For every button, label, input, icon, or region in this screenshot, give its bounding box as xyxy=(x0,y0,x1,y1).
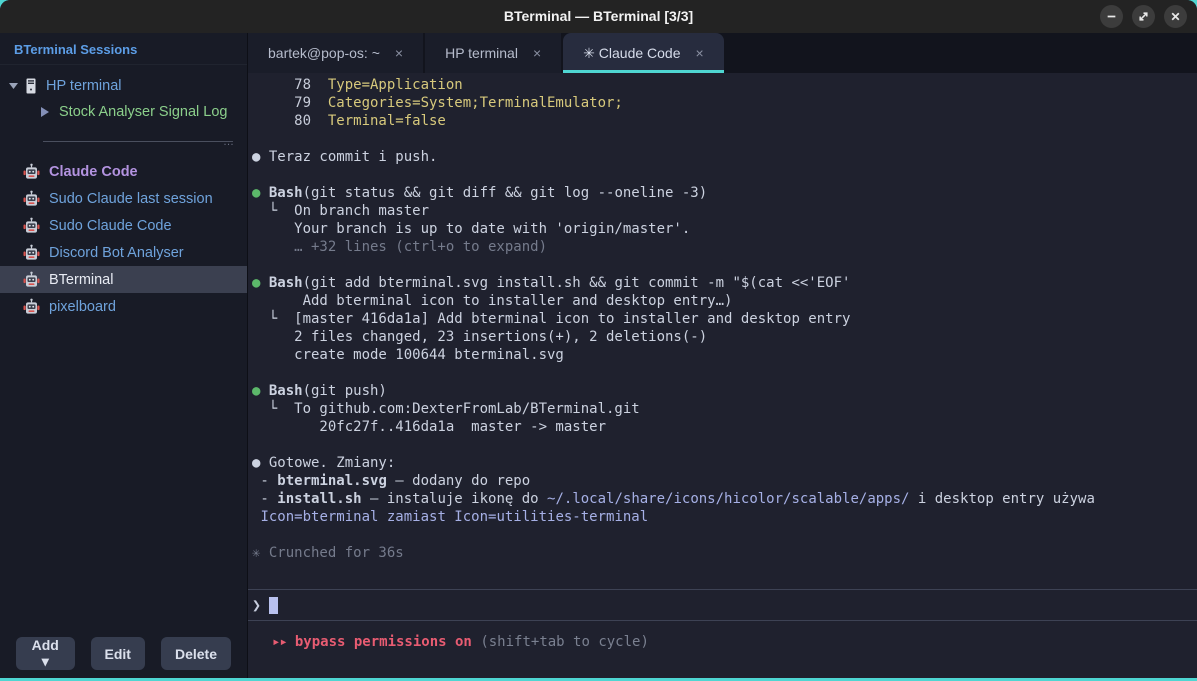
app-window: BTerminal — BTerminal [3/3] BTerminal Se… xyxy=(0,0,1197,678)
session-label: pixelboard xyxy=(49,299,116,315)
play-icon xyxy=(41,107,49,117)
text-cursor xyxy=(269,597,278,614)
titlebar[interactable]: BTerminal — BTerminal [3/3] xyxy=(0,0,1197,33)
session-label: Sudo Claude last session xyxy=(49,191,213,207)
terminal-panel: 78 Type=Application 79 Categories=System… xyxy=(248,73,1197,678)
tab-claude-code[interactable]: ✳ Claude Code × xyxy=(563,33,724,73)
tab-close-icon[interactable]: × xyxy=(533,45,541,61)
sidebar-footer: Add ▾ Edit Delete xyxy=(0,637,247,678)
tree-item-hp-terminal[interactable]: HP terminal xyxy=(0,73,247,99)
session-item-claude-code[interactable]: Claude Code xyxy=(0,158,247,185)
tab-label: HP terminal xyxy=(445,45,518,61)
session-label: Discord Bot Analyser xyxy=(49,245,184,261)
robot-icon xyxy=(23,298,40,315)
tab-bartek-pop-os[interactable]: bartek@pop-os: ~ × xyxy=(248,33,423,73)
session-item-pixelboard[interactable]: pixelboard xyxy=(0,293,247,320)
maximize-button[interactable] xyxy=(1132,5,1155,28)
tab-close-icon[interactable]: × xyxy=(395,45,403,61)
cycle-hint: (shift+tab to cycle) xyxy=(480,634,649,650)
tab-strip: bartek@pop-os: ~ × HP terminal × ✳ Claud… xyxy=(248,33,1197,73)
session-label: Claude Code xyxy=(49,164,138,180)
close-button[interactable] xyxy=(1164,5,1187,28)
prompt-chevron-icon: ❯ xyxy=(252,596,261,614)
tab-label: ✳ Claude Code xyxy=(583,45,680,62)
sessions-sidebar: BTerminal Sessions HP terminal Stock Ana… xyxy=(0,33,248,678)
session-item-sudo-claude-last-session[interactable]: Sudo Claude last session xyxy=(0,185,247,212)
session-label: Sudo Claude Code xyxy=(49,218,172,234)
content-area: bartek@pop-os: ~ × HP terminal × ✳ Claud… xyxy=(248,33,1197,678)
edit-button[interactable]: Edit xyxy=(91,637,145,670)
session-tree: HP terminal Stock Analyser Signal Log xyxy=(0,65,247,125)
permission-mode-label: bypass permissions on xyxy=(295,634,472,650)
computer-icon xyxy=(25,78,37,94)
tab-label: bartek@pop-os: ~ xyxy=(268,45,380,61)
session-item-sudo-claude-code[interactable]: Sudo Claude Code xyxy=(0,212,247,239)
terminal-output: 78 Type=Application 79 Categories=System… xyxy=(248,73,1197,589)
minimize-icon xyxy=(1106,11,1117,22)
chevron-down-icon xyxy=(9,83,18,89)
double-arrow-icon: ▸▸ xyxy=(272,634,287,650)
minimize-button[interactable] xyxy=(1100,5,1123,28)
robot-icon xyxy=(23,190,40,207)
tab-close-icon[interactable]: × xyxy=(696,45,704,61)
delete-button[interactable]: Delete xyxy=(161,637,231,670)
tree-item-label: HP terminal xyxy=(46,78,121,94)
tab-hp-terminal[interactable]: HP terminal × xyxy=(425,33,561,73)
session-label: BTerminal xyxy=(49,272,113,288)
separator-dots: … xyxy=(223,136,235,148)
add-button[interactable]: Add ▾ xyxy=(16,637,75,670)
prompt-input[interactable]: ❯ xyxy=(248,589,1197,621)
tree-item-stock-analyser-signal-log[interactable]: Stock Analyser Signal Log xyxy=(0,99,247,125)
sidebar-title: BTerminal Sessions xyxy=(0,33,247,65)
tree-item-label: Stock Analyser Signal Log xyxy=(59,104,227,120)
window-controls xyxy=(1100,5,1187,28)
robot-icon xyxy=(23,217,40,234)
close-icon xyxy=(1170,11,1181,22)
robot-icon xyxy=(23,271,40,288)
robot-icon xyxy=(23,244,40,261)
status-line: ▸▸ bypass permissions on (shift+tab to cy… xyxy=(248,621,1197,678)
maximize-icon xyxy=(1138,11,1149,22)
window-title: BTerminal — BTerminal [3/3] xyxy=(0,0,1197,33)
session-item-discord-bot-analyser[interactable]: Discord Bot Analyser xyxy=(0,239,247,266)
session-item-bterminal[interactable]: BTerminal xyxy=(0,266,247,293)
robot-icon xyxy=(23,163,40,180)
sidebar-separator: … xyxy=(43,141,233,142)
session-list: Claude Code Sudo Claude last session xyxy=(0,158,247,320)
